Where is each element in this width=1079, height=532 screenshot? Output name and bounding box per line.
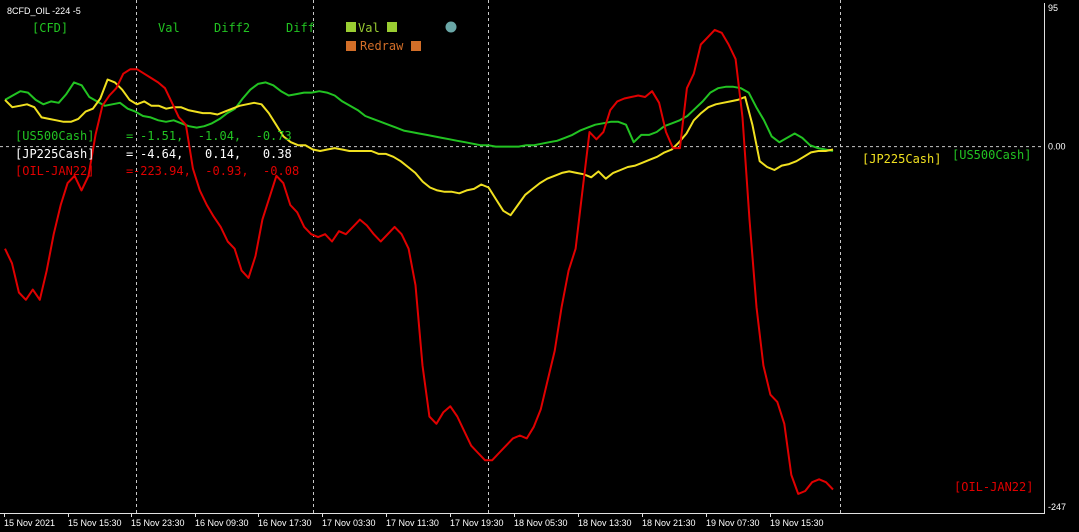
x-tick-label: 19 Nov 15:30	[770, 518, 824, 528]
readout-row-oil: [OIL-JAN22] = -223.94, -0.93, -0.08	[15, 164, 299, 178]
x-tick-label: 17 Nov 03:30	[322, 518, 376, 528]
x-tick-label: 15 Nov 2021	[4, 518, 55, 528]
readout-label: [US500Cash]	[15, 129, 94, 143]
status-dot-icon[interactable]	[445, 21, 457, 33]
right-label-oil: [OIL-JAN22]	[954, 480, 1033, 494]
redraw-swatch-left[interactable]	[346, 41, 356, 51]
readout-values: -4.64, 0.14, 0.38	[140, 147, 292, 161]
readout-values: -223.94, -0.93, -0.08	[133, 164, 299, 178]
readout-label: [OIL-JAN22]	[15, 164, 94, 178]
x-tick-label: 18 Nov 13:30	[578, 518, 632, 528]
diff-button[interactable]: Diff	[286, 21, 315, 35]
val-toggle-swatch-right[interactable]	[387, 22, 397, 32]
chart-background	[0, 0, 1079, 532]
x-tick-label: 18 Nov 21:30	[642, 518, 696, 528]
diff2-button[interactable]: Diff2	[214, 21, 250, 35]
window-title: 8CFD_OIL -224 -5	[7, 6, 81, 16]
val-button[interactable]: Val	[158, 21, 180, 35]
redraw-button[interactable]: Redraw	[360, 39, 404, 53]
x-tick-label: 18 Nov 05:30	[514, 518, 568, 528]
y-tick-label: 95	[1048, 3, 1058, 13]
x-tick-label: 15 Nov 15:30	[68, 518, 122, 528]
readout-equals: =	[126, 147, 133, 161]
val-toggle-button[interactable]: Val	[358, 21, 380, 35]
y-tick-label: -247	[1048, 502, 1066, 512]
x-tick-label: 17 Nov 11:30	[386, 518, 439, 528]
x-tick-label: 19 Nov 07:30	[706, 518, 760, 528]
val-toggle-swatch-left[interactable]	[346, 22, 356, 32]
x-tick-label: 15 Nov 23:30	[131, 518, 185, 528]
indicator-chart: 15 Nov 2021 15 Nov 15:30 15 Nov 23:30 16 No…	[0, 0, 1079, 532]
y-tick-label: 0.00	[1048, 142, 1066, 152]
readout-row-us500: [US500Cash] = -1.51, -1.04, -0.73	[15, 129, 292, 143]
readout-label: [JP225Cash]	[15, 147, 94, 161]
right-label-us500: [US500Cash]	[952, 148, 1031, 162]
x-tick-label: 16 Nov 17:30	[258, 518, 312, 528]
x-tick-label: 17 Nov 19:30	[450, 518, 504, 528]
x-tick-label: 16 Nov 09:30	[195, 518, 249, 528]
cfd-button[interactable]: [CFD]	[32, 21, 68, 35]
readout-row-jp225: [JP225Cash] = -4.64, 0.14, 0.38	[15, 147, 292, 161]
redraw-swatch-right[interactable]	[411, 41, 421, 51]
right-label-jp225: [JP225Cash]	[862, 152, 941, 166]
readout-equals: =	[126, 129, 133, 143]
readout-values: -1.51, -1.04, -0.73	[140, 129, 292, 143]
